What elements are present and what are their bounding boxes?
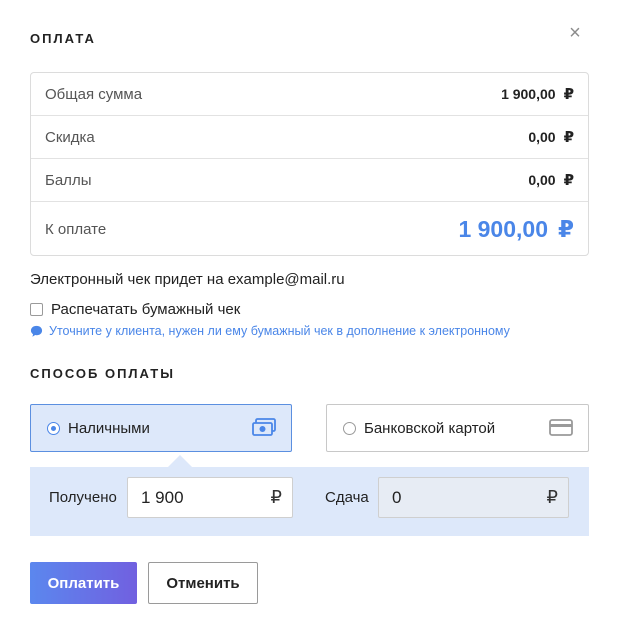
amount-due: 1 900,00 — [458, 215, 548, 242]
summary-label: Баллы — [45, 171, 92, 189]
selection-pointer — [168, 455, 192, 467]
cash-radio[interactable] — [47, 421, 60, 435]
received-input[interactable] — [141, 487, 251, 508]
summary-value: 0,00 — [528, 171, 556, 188]
payment-option-cash[interactable]: Наличными — [30, 404, 292, 452]
summary-row-discount: Скидка 0,00 ₽ — [31, 116, 588, 159]
cash-icon — [252, 418, 276, 436]
summary-label: Скидка — [45, 128, 95, 146]
card-radio[interactable] — [343, 421, 356, 435]
payment-method-title: СПОСОБ ОПЛАТЫ — [30, 366, 175, 381]
change-label: Сдача — [325, 489, 369, 506]
close-icon[interactable]: × — [566, 23, 584, 43]
speech-bubble-icon — [30, 325, 43, 337]
cancel-button[interactable]: Отменить — [148, 562, 258, 604]
received-label: Получено — [49, 489, 117, 506]
summary-label: Общая сумма — [45, 85, 143, 103]
summary-row-points: Баллы 0,00 ₽ — [31, 159, 588, 202]
paper-receipt-label[interactable]: Распечатать бумажный чек — [51, 301, 240, 318]
currency-symbol: ₽ — [563, 128, 574, 146]
pay-button[interactable]: Оплатить — [30, 562, 137, 604]
change-input — [392, 487, 502, 508]
summary-row-total: Общая сумма 1 900,00 ₽ — [31, 73, 588, 116]
currency-symbol: ₽ — [563, 171, 574, 189]
summary-value: 0,00 — [528, 128, 556, 145]
currency-symbol: ₽ — [546, 487, 558, 507]
payment-option-label: Наличными — [68, 419, 150, 437]
credit-card-icon — [549, 419, 573, 436]
receipt-hint: Уточните у клиента, нужен ли ему бумажны… — [30, 324, 510, 338]
payment-option-label: Банковской картой — [364, 419, 496, 437]
dialog-title: ОПЛАТА — [30, 31, 96, 46]
electronic-receipt-text: Электронный чек придет на example@mail.r… — [30, 271, 345, 288]
currency-symbol: ₽ — [563, 85, 574, 103]
hint-text: Уточните у клиента, нужен ли ему бумажны… — [49, 324, 510, 338]
payment-option-card[interactable]: Банковской картой — [326, 404, 589, 452]
change-field: ₽ — [378, 477, 569, 518]
received-field[interactable]: ₽ — [127, 477, 293, 518]
cash-details-panel: Получено ₽ Сдача ₽ — [30, 467, 589, 536]
summary-row-to-pay: К оплате 1 900,00 ₽ — [31, 202, 588, 256]
currency-symbol: ₽ — [557, 215, 574, 242]
paper-receipt-option[interactable]: Распечатать бумажный чек — [30, 301, 240, 318]
payment-dialog: ОПЛАТА × Общая сумма 1 900,00 ₽ Скидка 0,… — [0, 0, 618, 633]
paper-receipt-checkbox[interactable] — [30, 303, 43, 316]
summary-value: 1 900,00 — [501, 85, 556, 102]
currency-symbol: ₽ — [270, 487, 282, 507]
payment-summary: Общая сумма 1 900,00 ₽ Скидка 0,00 ₽ Баллы… — [30, 72, 589, 256]
summary-label: К оплате — [45, 220, 107, 238]
